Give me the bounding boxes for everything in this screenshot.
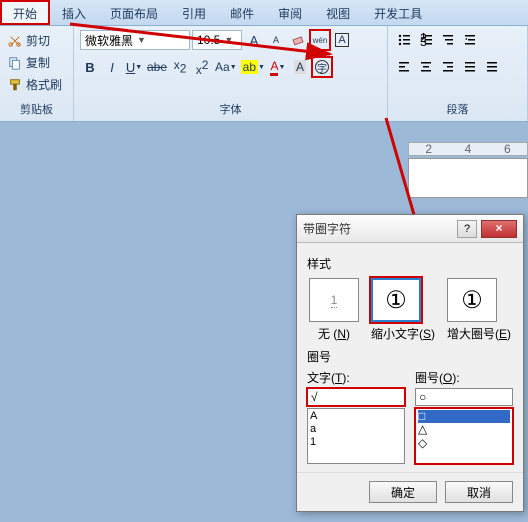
brush-label: 格式刷 bbox=[26, 76, 62, 93]
justify-icon bbox=[463, 60, 477, 74]
ring-section-label: 圈号 bbox=[307, 348, 513, 365]
font-color-button[interactable]: A▼ bbox=[268, 57, 288, 77]
indent-left-icon bbox=[463, 33, 477, 47]
multilevel-icon bbox=[441, 33, 455, 47]
eraser-icon bbox=[291, 33, 305, 47]
style-shrink-option[interactable]: ① 缩小文字(S) bbox=[371, 278, 435, 342]
chevron-down-icon: ▼ bbox=[137, 35, 146, 45]
tab-layout[interactable]: 页面布局 bbox=[98, 0, 170, 25]
scissors-icon bbox=[8, 34, 22, 48]
dialog-title: 带圈字符 bbox=[303, 220, 457, 237]
font-group-label: 字体 bbox=[78, 99, 383, 119]
text-input[interactable] bbox=[307, 388, 405, 406]
strikethrough-button[interactable]: abe bbox=[146, 57, 168, 77]
change-case-button[interactable]: Aa▼ bbox=[214, 57, 238, 77]
tab-review[interactable]: 审阅 bbox=[266, 0, 314, 25]
tab-view[interactable]: 视图 bbox=[314, 0, 362, 25]
tab-insert[interactable]: 插入 bbox=[50, 0, 98, 25]
cut-button[interactable]: 剪切 bbox=[4, 30, 69, 51]
style-none-preview: 1 bbox=[309, 278, 359, 322]
distribute-icon bbox=[485, 60, 499, 74]
style-enlarge-preview: ① bbox=[447, 278, 497, 322]
style-none-option[interactable]: 1 无 (N) bbox=[309, 278, 359, 342]
ring-listbox[interactable]: □△ ◇ bbox=[415, 408, 513, 464]
paragraph-group-label: 段落 bbox=[392, 99, 523, 119]
multilevel-button[interactable] bbox=[438, 30, 458, 50]
font-name-value: 微软雅黑 bbox=[85, 32, 133, 49]
distribute-button[interactable] bbox=[482, 57, 502, 77]
copy-icon bbox=[8, 56, 22, 70]
style-section-label: 样式 bbox=[307, 255, 513, 272]
phonetic-guide-button[interactable]: wén bbox=[310, 30, 330, 50]
align-center-button[interactable] bbox=[416, 57, 436, 77]
ring-input[interactable] bbox=[415, 388, 513, 406]
style-enlarge-option[interactable]: ① 增大圈号(E) bbox=[447, 278, 511, 342]
bullets-button[interactable] bbox=[394, 30, 414, 50]
character-border-button[interactable]: A bbox=[332, 30, 352, 50]
tab-reference[interactable]: 引用 bbox=[170, 0, 218, 25]
numbering-button[interactable]: 123 bbox=[416, 30, 436, 50]
font-size-combo[interactable]: 10.5 ▼ bbox=[192, 30, 242, 50]
ok-button[interactable]: 确定 bbox=[369, 481, 437, 503]
clear-format-button[interactable] bbox=[288, 30, 308, 50]
justify-button[interactable] bbox=[460, 57, 480, 77]
bullets-icon bbox=[397, 33, 411, 47]
numbering-icon: 123 bbox=[419, 33, 433, 47]
clipboard-group-label: 剪贴板 bbox=[4, 99, 69, 119]
superscript-button[interactable]: x2 bbox=[192, 57, 212, 77]
shrink-font-button[interactable]: A bbox=[266, 30, 286, 50]
format-painter-button[interactable]: 格式刷 bbox=[4, 74, 69, 95]
grow-font-button[interactable]: A bbox=[244, 30, 264, 50]
tab-developer[interactable]: 开发工具 bbox=[362, 0, 434, 25]
highlight-button[interactable]: ab▼ bbox=[240, 57, 266, 77]
cut-label: 剪切 bbox=[26, 32, 50, 49]
tab-mail[interactable]: 邮件 bbox=[218, 0, 266, 25]
underline-button[interactable]: U▼ bbox=[124, 57, 144, 77]
style-shrink-preview: ① bbox=[371, 278, 421, 322]
aa-text: Aa bbox=[215, 60, 230, 74]
dialog-close-button[interactable]: × bbox=[481, 220, 517, 238]
enclose-char-dialog: 带圈字符 ? × 样式 1 无 (N) ① 缩小文字(S) ① 增大圈号(E) … bbox=[296, 214, 524, 512]
text-listbox[interactable]: A a 1 bbox=[307, 408, 405, 464]
dialog-help-button[interactable]: ? bbox=[457, 220, 477, 238]
bold-button[interactable]: B bbox=[80, 57, 100, 77]
wen-text: wén bbox=[313, 36, 328, 45]
copy-button[interactable]: 复制 bbox=[4, 52, 69, 73]
svg-text:3: 3 bbox=[420, 35, 427, 47]
align-center-icon bbox=[419, 60, 433, 74]
align-right-icon bbox=[441, 60, 455, 74]
indent-dec-button[interactable] bbox=[460, 30, 480, 50]
ruler: 2 4 6 bbox=[408, 142, 528, 156]
font-size-value: 10.5 bbox=[197, 33, 220, 47]
chevron-down-icon: ▼ bbox=[224, 35, 233, 45]
italic-button[interactable]: I bbox=[102, 57, 122, 77]
enclose-char-button[interactable]: 字 bbox=[312, 57, 332, 77]
align-left-button[interactable] bbox=[394, 57, 414, 77]
copy-label: 复制 bbox=[26, 54, 50, 71]
font-name-combo[interactable]: 微软雅黑 ▼ bbox=[80, 30, 190, 50]
brush-icon bbox=[8, 78, 22, 92]
char-shading-button[interactable]: A bbox=[290, 57, 310, 77]
tab-start[interactable]: 开始 bbox=[0, 0, 50, 25]
align-right-button[interactable] bbox=[438, 57, 458, 77]
cancel-button[interactable]: 取消 bbox=[445, 481, 513, 503]
subscript-button[interactable]: x2 bbox=[170, 57, 190, 77]
align-left-icon bbox=[397, 60, 411, 74]
document-page[interactable] bbox=[408, 158, 528, 198]
